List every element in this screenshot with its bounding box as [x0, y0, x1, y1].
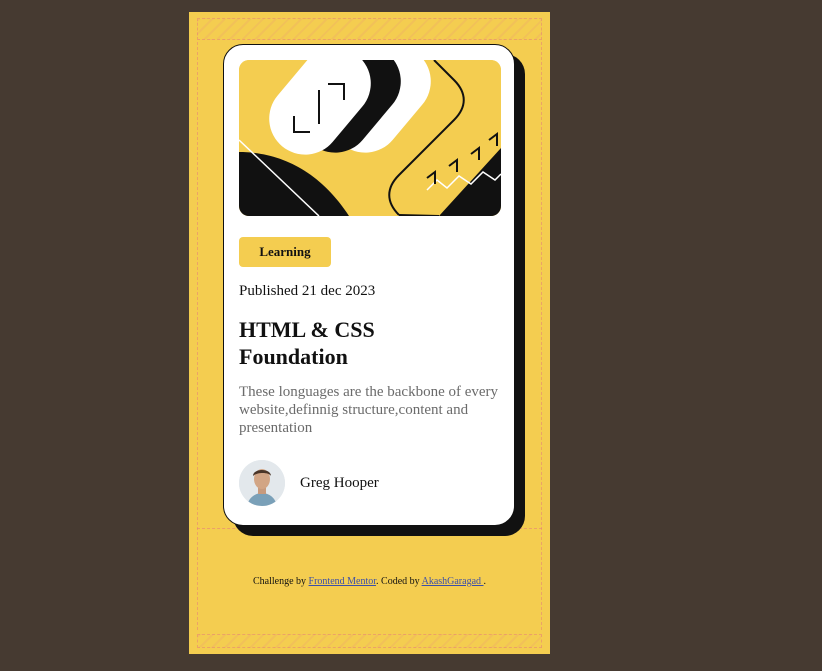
- card-title[interactable]: HTML & CSS Foundation: [239, 316, 469, 370]
- author-avatar: [239, 460, 285, 506]
- attribution-footer: Challenge by Frontend Mentor. Coded by A…: [189, 576, 550, 587]
- attribution-middle: . Coded by: [376, 576, 422, 587]
- decorative-stripe-top: [197, 18, 542, 40]
- abstract-illustration-icon: [239, 60, 501, 216]
- frontend-mentor-link[interactable]: Frontend Mentor: [309, 576, 377, 587]
- author-photo-icon: [239, 460, 285, 506]
- hero-illustration: [239, 60, 501, 216]
- attribution-suffix: .: [483, 576, 487, 587]
- guide-line-right: [541, 42, 542, 630]
- published-date: Published 21 dec 2023: [239, 283, 376, 299]
- author-profile-link[interactable]: AkashGaragad: [422, 576, 484, 587]
- decorative-stripe-bottom: [197, 634, 542, 648]
- author-name: Greg Hooper: [300, 474, 379, 491]
- card-description: These longuages are the backbone of ever…: [239, 384, 499, 436]
- author-info: Greg Hooper: [239, 460, 379, 506]
- category-tag: Learning: [239, 237, 331, 267]
- blog-preview-card: Learning Published 21 dec 2023 HTML & CS…: [223, 44, 515, 526]
- guide-line-horizontal: [197, 528, 542, 529]
- page-background: Learning Published 21 dec 2023 HTML & CS…: [189, 12, 550, 654]
- guide-line-left: [197, 42, 198, 630]
- attribution-prefix: Challenge by: [252, 576, 309, 587]
